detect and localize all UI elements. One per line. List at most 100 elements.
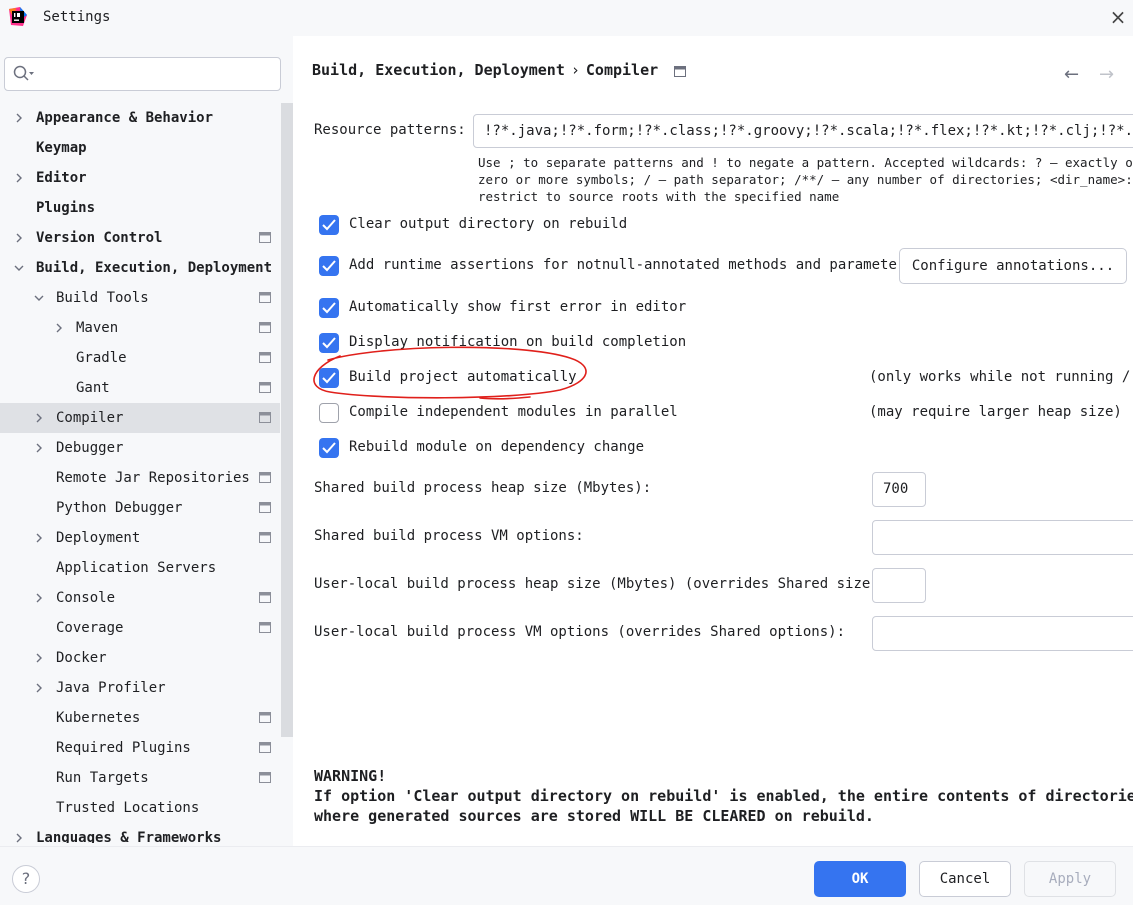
parallel-compile-checkbox[interactable] xyxy=(319,403,339,423)
apply-button[interactable]: Apply xyxy=(1024,861,1116,897)
chevron-right-icon[interactable] xyxy=(54,323,64,333)
settings-search-input[interactable] xyxy=(4,57,281,91)
tree-item-maven[interactable]: Maven xyxy=(0,313,280,343)
tree-item-label: Editor xyxy=(36,170,87,186)
project-scope-icon xyxy=(259,592,271,603)
tree-item-build-tools[interactable]: Build Tools xyxy=(0,283,280,313)
breadcrumb-current: Compiler xyxy=(585,61,659,79)
tree-item-label: Version Control xyxy=(36,230,163,246)
tree-item-plugins[interactable]: Plugins xyxy=(0,193,280,223)
resource-patterns-input[interactable]: !?*.java;!?*.form;!?*.class;!?*.groovy;!… xyxy=(473,114,1133,148)
dialog-footer: ? OK Cancel Apply xyxy=(0,846,1133,905)
chevron-right-icon[interactable] xyxy=(14,113,24,123)
settings-tree: Appearance & Behavior Keymap Editor Plugins… xyxy=(0,103,280,843)
tree-item-label: Console xyxy=(56,590,116,606)
tree-item-application-servers[interactable]: Application Servers xyxy=(0,553,280,583)
tree-item-label: Maven xyxy=(76,320,119,336)
tree-item-label: Python Debugger xyxy=(56,500,183,516)
ok-button[interactable]: OK xyxy=(814,861,906,897)
tree-item-label: Run Targets xyxy=(56,770,149,786)
tree-item-debugger[interactable]: Debugger xyxy=(0,433,280,463)
tree-item-label: Keymap xyxy=(36,140,87,156)
notify-build-checkbox[interactable] xyxy=(319,333,339,353)
tree-item-deployment[interactable]: Deployment xyxy=(0,523,280,553)
project-scope-icon xyxy=(259,532,271,543)
back-arrow-icon[interactable]: ← xyxy=(1064,64,1079,85)
tree-item-trusted-locations[interactable]: Trusted Locations xyxy=(0,793,280,823)
tree-item-required-plugins[interactable]: Required Plugins xyxy=(0,733,280,763)
tree-item-label: Java Profiler xyxy=(56,680,166,696)
chevron-down-icon[interactable] xyxy=(34,293,44,303)
tree-item-build-execution-deployment[interactable]: Build, Execution, Deployment xyxy=(0,253,280,283)
clear-output-label: Clear output directory on rebuild xyxy=(349,216,628,232)
hint-line-1: Use ; to separate patterns and ! to nega… xyxy=(478,155,1133,170)
tree-item-java-profiler[interactable]: Java Profiler xyxy=(0,673,280,703)
clear-output-warning: WARNING! If option 'Clear output directo… xyxy=(314,766,1133,826)
tree-item-console[interactable]: Console xyxy=(0,583,280,613)
help-button[interactable]: ? xyxy=(12,865,40,893)
chevron-right-icon[interactable] xyxy=(34,683,44,693)
tree-item-label: Appearance & Behavior xyxy=(36,110,214,126)
chevron-right-icon[interactable] xyxy=(14,233,24,243)
user-heap-label: User-local build process heap size (Mbyt… xyxy=(314,576,888,592)
clear-output-checkbox[interactable] xyxy=(319,215,339,235)
project-scope-icon xyxy=(259,712,271,723)
tree-item-label: Gradle xyxy=(76,350,127,366)
tree-scrollbar[interactable] xyxy=(281,103,293,737)
tree-item-gradle[interactable]: Gradle xyxy=(0,343,280,373)
tree-item-keymap[interactable]: Keymap xyxy=(0,133,280,163)
compiler-settings-panel: Build, Execution, Deployment › Compiler ← … xyxy=(293,36,1133,846)
tree-item-compiler[interactable]: Compiler xyxy=(0,403,280,433)
hint-line-3: restrict to source roots with the specif… xyxy=(478,189,840,204)
rebuild-dependency-checkbox[interactable] xyxy=(319,438,339,458)
user-heap-input[interactable] xyxy=(872,568,926,603)
tree-item-version-control[interactable]: Version Control xyxy=(0,223,280,253)
tree-item-label: Plugins xyxy=(36,200,96,216)
build-automatically-checkbox[interactable] xyxy=(319,368,339,388)
tree-item-remote-jar-repositories[interactable]: Remote Jar Repositories xyxy=(0,463,280,493)
tree-item-label: Build, Execution, Deployment xyxy=(36,260,273,276)
show-first-error-checkbox[interactable] xyxy=(319,298,339,318)
tree-item-editor[interactable]: Editor xyxy=(0,163,280,193)
warning-line-2: where generated sources are stored WILL … xyxy=(314,807,874,825)
project-scope-icon xyxy=(674,66,686,77)
tree-item-appearance-behavior[interactable]: Appearance & Behavior xyxy=(0,103,280,133)
tree-item-label: Gant xyxy=(76,380,110,396)
tree-item-kubernetes[interactable]: Kubernetes xyxy=(0,703,280,733)
tree-item-label: Deployment xyxy=(56,530,141,546)
forward-arrow-icon[interactable]: → xyxy=(1099,64,1114,85)
tree-item-docker[interactable]: Docker xyxy=(0,643,280,673)
cancel-button[interactable]: Cancel xyxy=(919,861,1011,897)
chevron-right-icon[interactable] xyxy=(34,533,44,543)
shared-vm-options-input[interactable] xyxy=(872,520,1133,555)
shared-heap-input[interactable]: 700 xyxy=(872,472,926,507)
chevron-right-icon[interactable] xyxy=(34,653,44,663)
tree-item-label: Docker xyxy=(56,650,107,666)
show-first-error-label: Automatically show first error in editor xyxy=(349,299,687,315)
title-bar: Settings × xyxy=(0,0,1133,36)
tree-item-languages-frameworks[interactable]: Languages & Frameworks xyxy=(0,823,280,843)
chevron-right-icon[interactable] xyxy=(34,413,44,423)
breadcrumb-parent[interactable]: Build, Execution, Deployment xyxy=(312,61,565,79)
parallel-compile-note: (may require larger heap size) xyxy=(869,404,1122,420)
user-vm-options-input[interactable] xyxy=(872,616,1133,651)
configure-annotations-button[interactable]: Configure annotations... xyxy=(899,248,1127,284)
chevron-right-icon[interactable] xyxy=(14,833,24,843)
close-window-icon[interactable]: × xyxy=(1108,7,1128,28)
tree-item-python-debugger[interactable]: Python Debugger xyxy=(0,493,280,523)
build-automatically-note: (only works while not running / d xyxy=(869,369,1133,385)
tree-item-coverage[interactable]: Coverage xyxy=(0,613,280,643)
window-title: Settings xyxy=(43,9,111,25)
tree-item-label: Build Tools xyxy=(56,290,149,306)
hint-line-2: zero or more symbols; / — path separator… xyxy=(478,172,1133,187)
tree-item-run-targets[interactable]: Run Targets xyxy=(0,763,280,793)
project-scope-icon xyxy=(259,352,271,363)
runtime-assertions-checkbox[interactable] xyxy=(319,256,339,276)
project-scope-icon xyxy=(259,382,271,393)
resource-patterns-label: Resource patterns: xyxy=(314,122,466,138)
chevron-right-icon[interactable] xyxy=(34,443,44,453)
tree-item-gant[interactable]: Gant xyxy=(0,373,280,403)
chevron-down-icon[interactable] xyxy=(14,263,24,273)
chevron-right-icon[interactable] xyxy=(14,173,24,183)
chevron-right-icon[interactable] xyxy=(34,593,44,603)
